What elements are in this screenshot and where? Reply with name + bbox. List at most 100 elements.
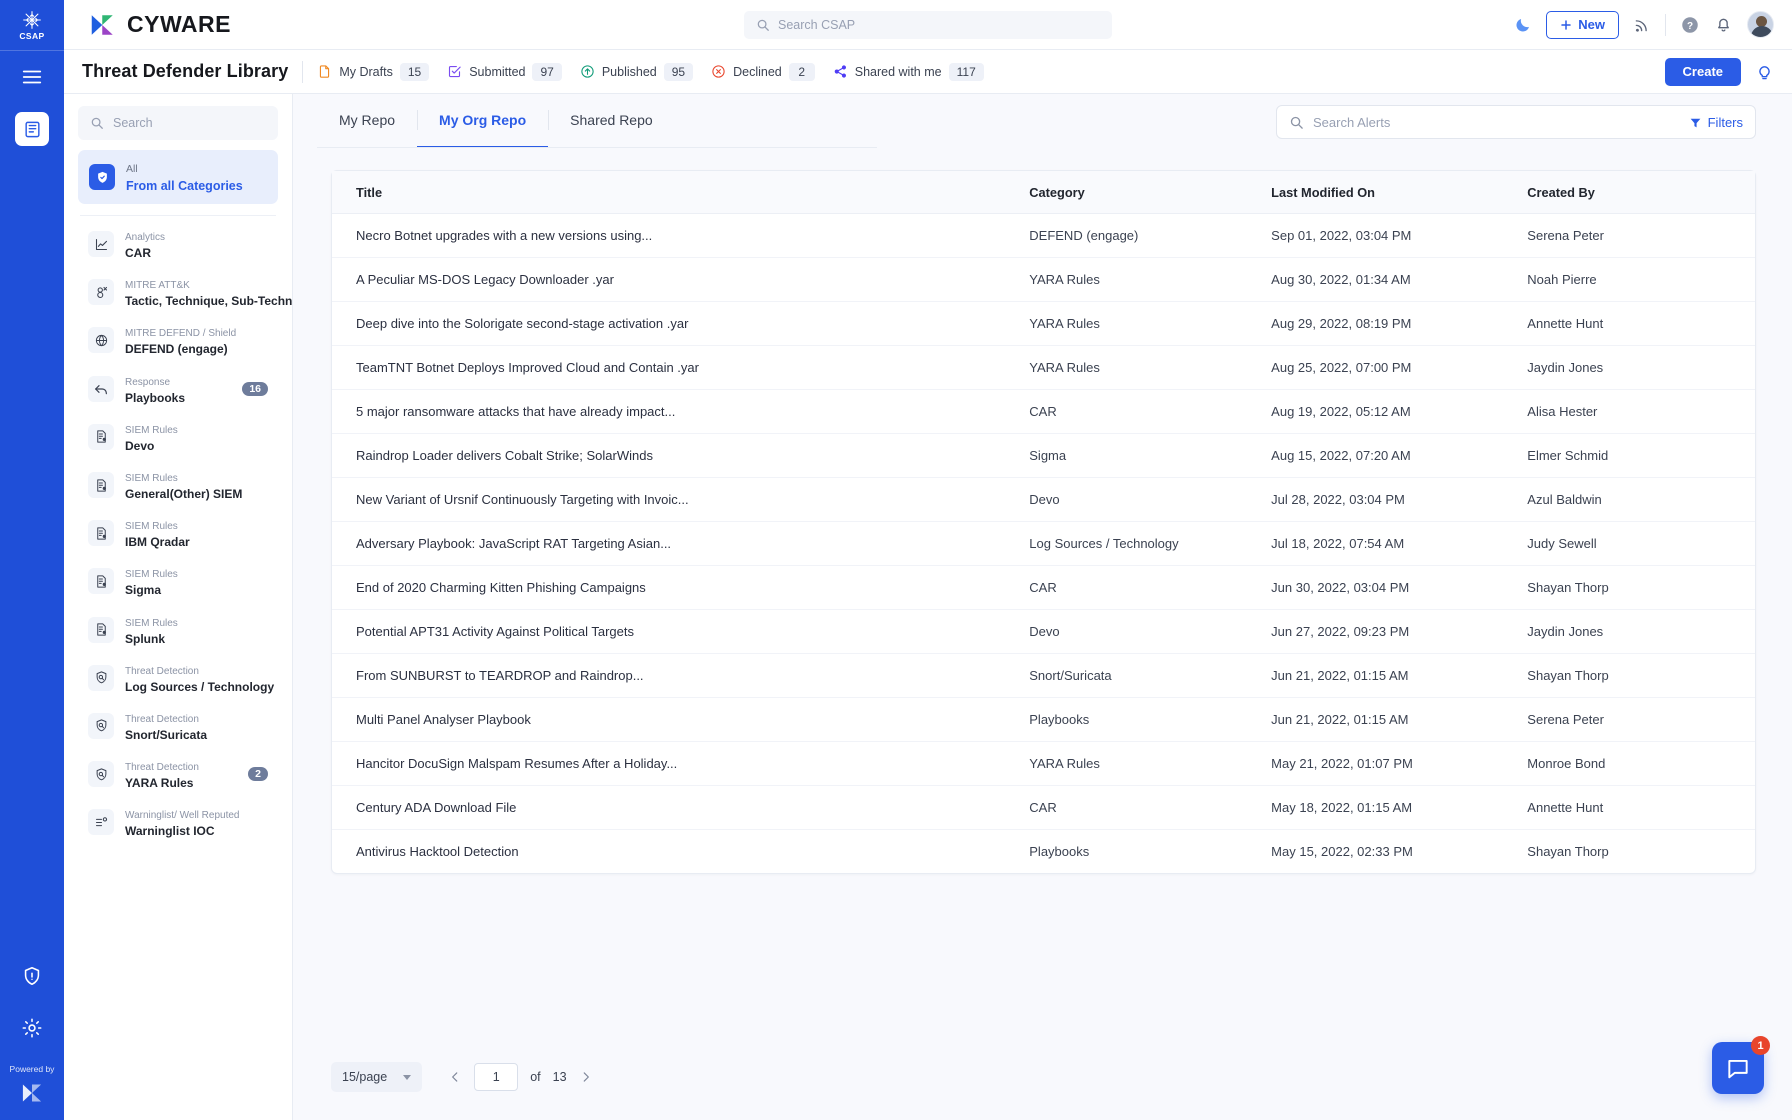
cell-last-modified: Jun 21, 2022, 01:15 AM	[1271, 698, 1527, 742]
cell-title[interactable]: A Peculiar MS-DOS Legacy Downloader .yar	[332, 258, 1029, 302]
filters-button[interactable]: Filters	[1689, 115, 1743, 130]
per-page-select[interactable]: 15/page	[331, 1062, 422, 1092]
stat-my-drafts[interactable]: My Drafts 15	[317, 63, 429, 81]
chevron-left-icon[interactable]	[448, 1070, 462, 1084]
sidebar-item-log-sources-technology[interactable]: Threat DetectionLog Sources / Technology	[78, 654, 278, 702]
sidebar-item-general-other-siem[interactable]: SIEM RulesGeneral(Other) SIEM	[78, 461, 278, 509]
lightbulb-icon[interactable]	[1755, 62, 1774, 81]
sidebar-search[interactable]	[78, 106, 278, 140]
cell-title[interactable]: Century ADA Download File	[332, 786, 1029, 830]
cell-title[interactable]: Hancitor DocuSign Malspam Resumes After …	[332, 742, 1029, 786]
sidebar-item-ibm-qradar[interactable]: SIEM RulesIBM Qradar	[78, 509, 278, 557]
moon-icon[interactable]	[1514, 16, 1532, 34]
bell-icon[interactable]	[1714, 15, 1733, 34]
rail-item-library[interactable]	[0, 103, 64, 155]
cell-title[interactable]: End of 2020 Charming Kitten Phishing Cam…	[332, 566, 1029, 610]
sidebar-item-car[interactable]: AnalyticsCAR	[78, 220, 278, 268]
table-row[interactable]: 5 major ransomware attacks that have alr…	[332, 390, 1755, 434]
new-button[interactable]: New	[1546, 11, 1619, 39]
per-page-label: 15/page	[342, 1070, 387, 1084]
cell-title[interactable]: TeamTNT Botnet Deploys Improved Cloud an…	[332, 346, 1029, 390]
table-row[interactable]: Raindrop Loader delivers Cobalt Strike; …	[332, 434, 1755, 478]
reply-icon	[88, 376, 114, 402]
tab-my-org-repo[interactable]: My Org Repo	[417, 94, 548, 148]
table-row[interactable]: Adversary Playbook: JavaScript RAT Targe…	[332, 522, 1755, 566]
cell-title[interactable]: Deep dive into the Solorigate second-sta…	[332, 302, 1029, 346]
sidebar-item-warninglist-ioc[interactable]: Warninglist/ Well ReputedWarninglist IOC	[78, 798, 278, 846]
rail-item-security[interactable]	[0, 950, 64, 1002]
cell-category: CAR	[1029, 390, 1271, 434]
cell-title[interactable]: New Variant of Ursnif Continuously Targe…	[332, 478, 1029, 522]
sidebar-item-label: Splunk	[125, 631, 268, 647]
rail-item-settings[interactable]	[0, 1002, 64, 1054]
cell-title[interactable]: 5 major ransomware attacks that have alr…	[332, 390, 1029, 434]
sidebar-item-yara-rules[interactable]: Threat DetectionYARA Rules2	[78, 750, 278, 798]
sidebar-item-devo[interactable]: SIEM RulesDevo	[78, 413, 278, 461]
sidebar-search-input[interactable]	[113, 116, 266, 130]
table-row[interactable]: A Peculiar MS-DOS Legacy Downloader .yar…	[332, 258, 1755, 302]
sidebar-item-snort-suricata[interactable]: Threat DetectionSnort/Suricata	[78, 702, 278, 750]
chevron-right-icon[interactable]	[579, 1070, 593, 1084]
table-row[interactable]: End of 2020 Charming Kitten Phishing Cam…	[332, 566, 1755, 610]
global-search[interactable]	[744, 11, 1112, 39]
sidebar-item-splunk[interactable]: SIEM RulesSplunk	[78, 606, 278, 654]
cell-title[interactable]: Antivirus Hacktool Detection	[332, 830, 1029, 874]
topbar-divider	[1665, 14, 1666, 36]
tab-shared-repo[interactable]: Shared Repo	[548, 94, 675, 148]
alert-search-input[interactable]	[1313, 115, 1680, 130]
svg-text:?: ?	[1687, 20, 1693, 31]
col-category[interactable]: Category	[1029, 171, 1271, 214]
sidebar-item-playbooks[interactable]: ResponsePlaybooks16	[78, 365, 278, 413]
table-row[interactable]: Century ADA Download FileCARMay 18, 2022…	[332, 786, 1755, 830]
table-row[interactable]: Antivirus Hacktool DetectionPlaybooksMay…	[332, 830, 1755, 874]
cell-title[interactable]: Necro Botnet upgrades with a new version…	[332, 214, 1029, 258]
cell-title[interactable]: From SUNBURST to TEARDROP and Raindrop..…	[332, 654, 1029, 698]
table-row[interactable]: Hancitor DocuSign Malspam Resumes After …	[332, 742, 1755, 786]
table-row[interactable]: New Variant of Ursnif Continuously Targe…	[332, 478, 1755, 522]
sidebar-item-defend-engage[interactable]: MITRE DEFEND / ShieldDEFEND (engage)	[78, 316, 278, 364]
alert-search[interactable]: Filters	[1276, 105, 1756, 139]
help-icon[interactable]: ?	[1680, 15, 1700, 35]
col-created-by[interactable]: Created By	[1527, 171, 1755, 214]
cell-title[interactable]: Raindrop Loader delivers Cobalt Strike; …	[332, 434, 1029, 478]
shield-search-icon	[88, 665, 114, 691]
cell-category: Devo	[1029, 610, 1271, 654]
table-area: Title Category Last Modified On Created …	[293, 148, 1792, 1034]
table-row[interactable]: From SUNBURST to TEARDROP and Raindrop..…	[332, 654, 1755, 698]
topbar-actions: New ?	[1514, 11, 1774, 39]
cell-title[interactable]: Adversary Playbook: JavaScript RAT Targe…	[332, 522, 1029, 566]
stat-label: Shared with me	[855, 65, 942, 79]
user-avatar[interactable]	[1747, 11, 1774, 38]
table-row[interactable]: TeamTNT Botnet Deploys Improved Cloud an…	[332, 346, 1755, 390]
sidebar-item-label: Tactic, Technique, Sub-Technique	[125, 293, 268, 309]
rule-doc-icon	[88, 520, 114, 546]
cell-created-by: Jaydin Jones	[1527, 346, 1755, 390]
stat-submitted[interactable]: Submitted 97	[447, 63, 562, 81]
cell-last-modified: Aug 25, 2022, 07:00 PM	[1271, 346, 1527, 390]
stat-shared-with-me[interactable]: Shared with me 117	[833, 63, 984, 81]
sidebar-item-tactic-technique-sub-technique[interactable]: MITRE ATT&KTactic, Technique, Sub-Techni…	[78, 268, 278, 316]
rail-item-menu[interactable]	[0, 51, 64, 103]
stat-declined[interactable]: Declined 2	[711, 63, 815, 81]
rss-icon[interactable]	[1633, 16, 1651, 34]
cell-title[interactable]: Multi Panel Analyser Playbook	[332, 698, 1029, 742]
global-search-input[interactable]	[778, 18, 1100, 32]
create-button[interactable]: Create	[1665, 58, 1741, 86]
table-row[interactable]: Potential APT31 Activity Against Politic…	[332, 610, 1755, 654]
page-number-input[interactable]	[474, 1063, 518, 1091]
sidebar-item-all[interactable]: All From all Categories	[78, 150, 278, 204]
col-last-modified[interactable]: Last Modified On	[1271, 171, 1527, 214]
menu-icon	[15, 60, 49, 94]
col-title[interactable]: Title	[332, 171, 1029, 214]
cell-last-modified: May 18, 2022, 01:15 AM	[1271, 786, 1527, 830]
table-row[interactable]: Necro Botnet upgrades with a new version…	[332, 214, 1755, 258]
sidebar-item-sigma[interactable]: SIEM RulesSigma	[78, 557, 278, 605]
stat-published[interactable]: Published 95	[580, 63, 693, 81]
tab-my-repo[interactable]: My Repo	[317, 94, 417, 148]
table-row[interactable]: Deep dive into the Solorigate second-sta…	[332, 302, 1755, 346]
cell-category: Snort/Suricata	[1029, 654, 1271, 698]
chat-button[interactable]: 1	[1712, 1042, 1764, 1094]
cell-title[interactable]: Potential APT31 Activity Against Politic…	[332, 610, 1029, 654]
table-row[interactable]: Multi Panel Analyser PlaybookPlaybooksJu…	[332, 698, 1755, 742]
brand-logo[interactable]: CYWARE	[88, 10, 231, 40]
